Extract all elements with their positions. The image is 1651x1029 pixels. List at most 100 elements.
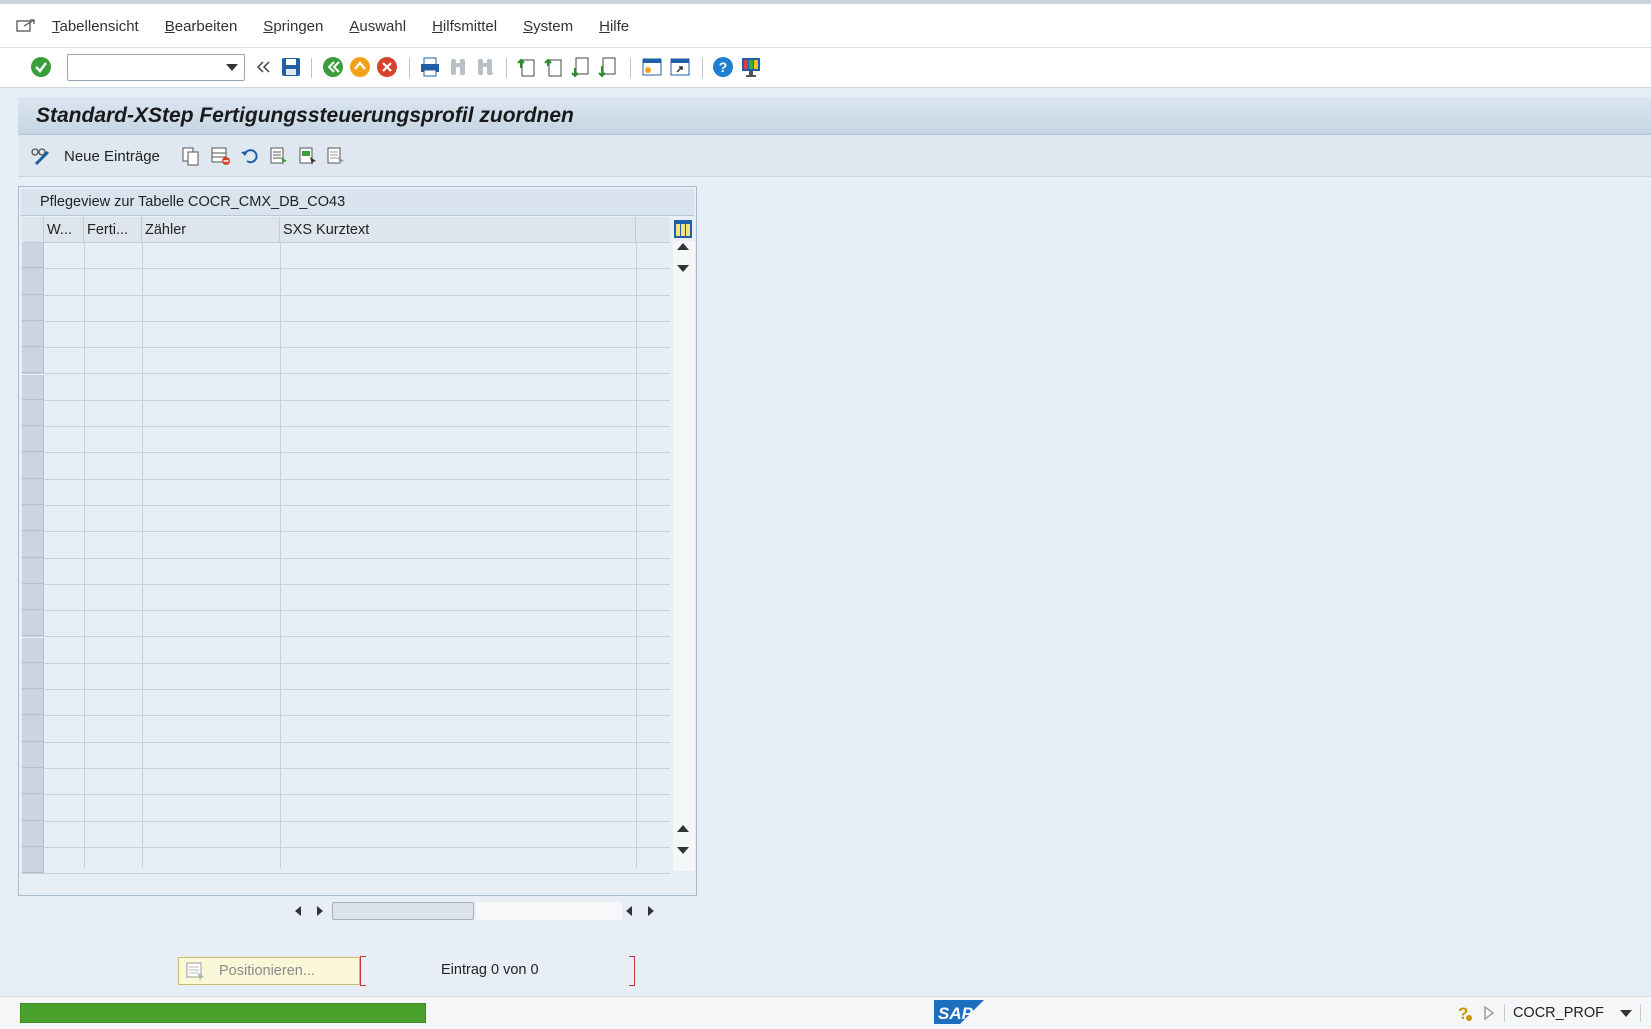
table-row[interactable] (22, 269, 670, 296)
vertical-scrollbar[interactable] (673, 241, 695, 871)
enter-icon[interactable] (29, 55, 53, 79)
exit-icon[interactable] (348, 55, 372, 79)
table-row[interactable] (22, 769, 670, 796)
row-selector[interactable] (22, 769, 44, 795)
shortcut-icon[interactable] (668, 55, 692, 79)
menu-item-tabellensicht[interactable]: Tabellensicht (52, 18, 139, 35)
table-row[interactable] (22, 532, 670, 559)
menu-icon[interactable] (16, 18, 36, 34)
table-row[interactable] (22, 611, 670, 638)
horizontal-scroll-thumb[interactable] (332, 902, 474, 920)
customize-layout-icon[interactable] (739, 55, 763, 79)
find-icon[interactable] (446, 55, 470, 79)
create-session-icon[interactable] (640, 55, 664, 79)
scroll-down-icon[interactable] (677, 265, 689, 272)
select-all-icon[interactable] (269, 144, 289, 168)
table-row[interactable] (22, 663, 670, 691)
table-settings-icon[interactable] (673, 219, 693, 239)
scroll-left-icon[interactable] (295, 906, 301, 916)
row-selector[interactable] (22, 479, 44, 505)
row-selector[interactable] (22, 321, 44, 348)
table-row[interactable] (22, 742, 670, 769)
chevron-down-icon[interactable] (226, 64, 238, 71)
scroll-page-down-icon[interactable] (677, 847, 689, 854)
row-selector[interactable] (22, 690, 44, 716)
first-page-icon[interactable] (515, 55, 539, 79)
table-row[interactable] (22, 453, 670, 480)
table-row[interactable] (22, 690, 670, 717)
row-selector[interactable] (22, 269, 44, 295)
table-row[interactable] (22, 637, 670, 664)
column-header-w[interactable]: W... (44, 217, 84, 243)
undo-icon[interactable] (240, 144, 260, 168)
deselect-all-icon[interactable] (326, 144, 346, 168)
help-icon[interactable]: ? (711, 55, 735, 79)
row-selector[interactable] (22, 453, 44, 479)
row-selector[interactable] (22, 558, 44, 584)
row-selector[interactable] (22, 427, 44, 453)
row-selector[interactable] (22, 584, 44, 611)
back-double-chevron-icon[interactable] (251, 55, 275, 79)
row-selector[interactable] (22, 716, 44, 742)
table-row[interactable] (22, 374, 670, 401)
table-row[interactable] (22, 400, 670, 428)
scroll-right-icon[interactable] (317, 906, 323, 916)
cancel-icon[interactable] (375, 55, 399, 79)
row-selector[interactable] (22, 663, 44, 690)
new-entries-button[interactable]: Neue Einträge (30, 144, 160, 168)
table-row[interactable] (22, 321, 670, 349)
row-selector[interactable] (22, 348, 44, 374)
next-page-icon[interactable] (569, 55, 593, 79)
row-selector[interactable] (22, 243, 44, 269)
row-selector[interactable] (22, 611, 44, 637)
horizontal-scrollbar[interactable] (22, 899, 670, 921)
menu-item-hilfe[interactable]: Hilfe (599, 18, 629, 35)
row-selector[interactable] (22, 506, 44, 532)
row-selector[interactable] (22, 532, 44, 558)
table-row[interactable] (22, 795, 670, 822)
menu-item-system[interactable]: System (523, 18, 573, 35)
previous-page-icon[interactable] (542, 55, 566, 79)
menu-item-auswahl[interactable]: Auswahl (349, 18, 406, 35)
select-block-icon[interactable] (298, 144, 318, 168)
row-selector[interactable] (22, 295, 44, 321)
column-header-sxs-kurztext[interactable]: SXS Kurztext (280, 217, 636, 243)
row-selector[interactable] (22, 742, 44, 768)
select-all-cell[interactable] (22, 217, 44, 243)
chevron-down-icon[interactable] (1620, 1009, 1632, 1017)
menu-item-springen[interactable]: Springen (263, 18, 323, 35)
column-header-ferti[interactable]: Ferti... (84, 217, 142, 243)
table-row[interactable] (22, 295, 670, 322)
table-row[interactable] (22, 348, 670, 375)
table-row[interactable] (22, 584, 670, 612)
command-field[interactable] (67, 54, 245, 81)
row-selector[interactable] (22, 400, 44, 427)
last-page-icon[interactable] (596, 55, 620, 79)
table-row[interactable] (22, 506, 670, 533)
row-selector[interactable] (22, 847, 44, 874)
table-row[interactable] (22, 427, 670, 454)
system-info[interactable]: COCR_PROF (1513, 1005, 1604, 1021)
copy-as-icon[interactable] (181, 144, 201, 168)
column-header-zaehler[interactable]: Zähler (142, 217, 280, 243)
delete-icon[interactable] (210, 144, 232, 168)
expand-status-icon[interactable] (1482, 1005, 1496, 1021)
menu-item-bearbeiten[interactable]: Bearbeiten (165, 18, 238, 35)
print-icon[interactable] (418, 55, 442, 79)
scroll-up-icon[interactable] (677, 243, 689, 250)
scroll-right-end-icon[interactable] (648, 906, 654, 916)
table-row[interactable] (22, 558, 670, 585)
scroll-page-up-icon[interactable] (677, 825, 689, 832)
scroll-left-end-icon[interactable] (626, 906, 632, 916)
row-selector[interactable] (22, 374, 44, 400)
back-icon[interactable] (321, 55, 345, 79)
table-row[interactable] (22, 243, 670, 270)
row-selector[interactable] (22, 821, 44, 847)
table-row[interactable] (22, 847, 670, 875)
question-key-icon[interactable]: ? (1458, 1004, 1474, 1022)
row-selector[interactable] (22, 795, 44, 821)
command-input[interactable] (68, 55, 218, 80)
table-row[interactable] (22, 716, 670, 743)
row-selector[interactable] (22, 637, 44, 663)
menu-item-hilfsmittel[interactable]: Hilfsmittel (432, 18, 497, 35)
